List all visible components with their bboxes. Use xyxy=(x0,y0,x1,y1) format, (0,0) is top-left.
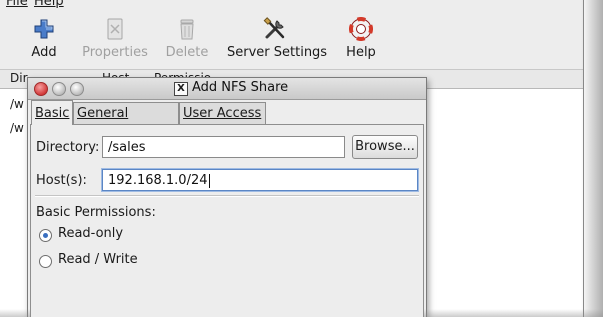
directory-label: Directory: xyxy=(36,140,100,155)
share-list-row[interactable]: /w xyxy=(10,97,24,111)
lifebuoy-icon xyxy=(349,17,373,41)
text-caret xyxy=(208,173,210,188)
basic-permissions-label: Basic Permissions: xyxy=(36,205,156,220)
delete-button-label: Delete xyxy=(165,45,209,60)
tab-user-access-label: User Access xyxy=(183,106,262,121)
hosts-label: Host(s): xyxy=(36,173,87,188)
tab-user-access[interactable]: User Access xyxy=(179,102,266,124)
basic-tab-panel: Directory: /sales Browse... Host(s): 192… xyxy=(30,124,424,317)
edge-shadow xyxy=(581,0,603,317)
tab-basic[interactable]: Basic xyxy=(31,100,73,125)
menubar: File Help xyxy=(0,0,583,11)
toolbar: Add Properties Delete Server Settings He… xyxy=(0,11,583,70)
dialog-title: Add NFS Share xyxy=(192,80,289,95)
read-only-radio[interactable] xyxy=(39,229,52,242)
column-header-directory[interactable]: Dir xyxy=(10,71,28,85)
tools-icon xyxy=(263,17,285,39)
hosts-field[interactable]: 192.168.1.0/24 xyxy=(102,169,418,191)
add-button-label: Add xyxy=(31,45,57,60)
menu-file[interactable]: File xyxy=(6,0,28,9)
tab-basic-label: Basic xyxy=(35,106,70,121)
properties-button[interactable]: Properties xyxy=(82,17,148,63)
separator xyxy=(35,195,419,197)
help-button[interactable]: Help xyxy=(345,17,377,63)
dialog-titlebar[interactable]: X Add NFS Share xyxy=(28,78,426,100)
x-window-icon: X xyxy=(174,82,188,96)
browse-button[interactable]: Browse... xyxy=(352,135,418,159)
server-settings-button[interactable]: Server Settings xyxy=(227,17,328,63)
add-nfs-share-dialog: X Add NFS Share Basic General Options Us… xyxy=(27,77,427,317)
directory-field[interactable]: /sales xyxy=(102,136,345,158)
add-button[interactable]: Add xyxy=(28,17,60,63)
read-only-label[interactable]: Read-only xyxy=(58,226,123,241)
delete-button[interactable]: Delete xyxy=(165,17,209,63)
add-icon xyxy=(34,19,54,39)
maximize-window-button[interactable] xyxy=(70,82,84,96)
tab-general-options[interactable]: General Options xyxy=(73,102,179,143)
share-list-row[interactable]: /w xyxy=(10,121,24,135)
trash-icon xyxy=(180,19,194,40)
directory-field-value: /sales xyxy=(108,140,146,155)
properties-icon xyxy=(107,18,123,40)
hosts-field-value: 192.168.1.0/24 xyxy=(108,173,208,188)
read-write-radio[interactable] xyxy=(39,255,52,268)
help-button-label: Help xyxy=(346,45,376,60)
properties-button-label: Properties xyxy=(82,45,148,60)
server-settings-button-label: Server Settings xyxy=(227,45,328,60)
close-window-button[interactable] xyxy=(34,82,48,96)
menu-help[interactable]: Help xyxy=(34,0,64,9)
minimize-window-button[interactable] xyxy=(52,82,66,96)
read-write-label[interactable]: Read / Write xyxy=(58,252,138,267)
screenshot: File Help Add Properties Delete Server S… xyxy=(0,0,603,317)
